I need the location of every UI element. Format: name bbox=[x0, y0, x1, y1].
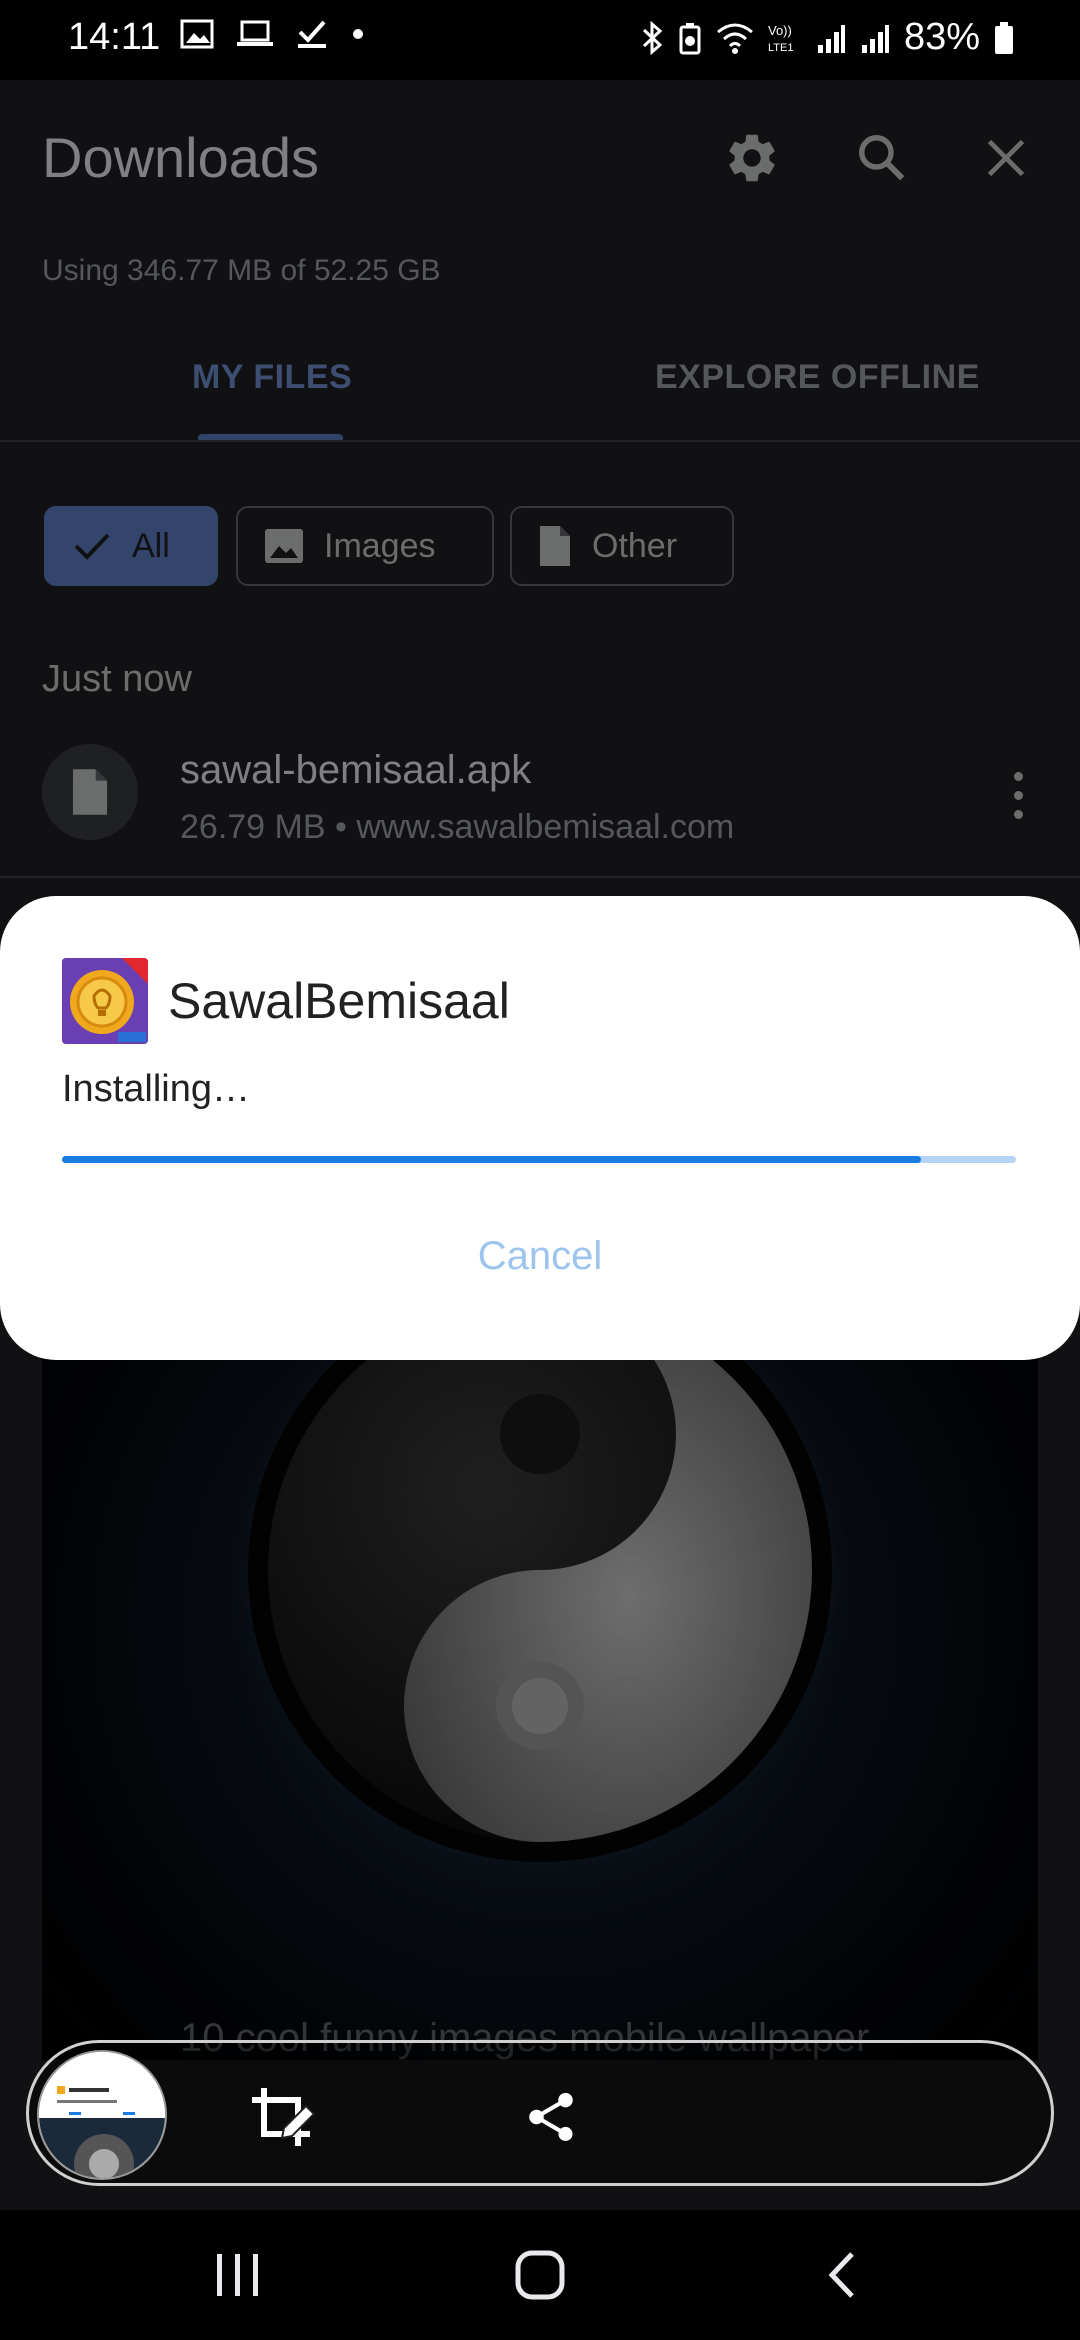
wifi-icon bbox=[716, 23, 753, 54]
image-icon bbox=[180, 19, 214, 49]
navigation-bar bbox=[0, 2210, 1080, 2340]
battery-icon bbox=[995, 21, 1013, 54]
battery-saver-icon bbox=[679, 22, 701, 54]
crop-edit-icon[interactable] bbox=[243, 2079, 319, 2155]
checkbox-icon bbox=[298, 20, 326, 48]
status-time: 14:11 bbox=[68, 16, 161, 58]
recents-icon[interactable] bbox=[198, 2240, 278, 2310]
install-dialog: SawalBemisaal Installing… Cancel bbox=[0, 896, 1080, 1360]
notification-icons bbox=[180, 18, 364, 50]
cancel-button[interactable]: Cancel bbox=[0, 1234, 1080, 1279]
status-right: Vo)) LTE1 83% bbox=[640, 16, 1014, 59]
battery-percent: 83% bbox=[903, 16, 980, 58]
app-logo bbox=[62, 958, 148, 1044]
status-bar: 14:11 Vo)) LTE1 83% bbox=[0, 0, 1080, 80]
back-icon[interactable] bbox=[802, 2240, 882, 2310]
dialog-app-name: SawalBemisaal bbox=[168, 973, 510, 1029]
home-icon[interactable] bbox=[500, 2240, 580, 2310]
screenshot-thumbnail[interactable] bbox=[37, 2050, 167, 2180]
install-progress-fill bbox=[62, 1156, 921, 1163]
install-progress-bar bbox=[62, 1156, 1016, 1163]
install-status: Installing… bbox=[62, 1068, 250, 1110]
share-icon[interactable] bbox=[513, 2079, 589, 2155]
laptop-icon bbox=[237, 20, 273, 46]
bluetooth-icon bbox=[642, 20, 663, 55]
dot-icon bbox=[353, 29, 363, 39]
screenshot-toolbar bbox=[26, 2040, 1054, 2186]
svg-text:LTE1: LTE1 bbox=[768, 42, 793, 54]
svg-text:Vo)): Vo)) bbox=[768, 23, 792, 38]
volte-icon: Vo)) LTE1 bbox=[768, 23, 793, 54]
signal-icon bbox=[861, 24, 889, 53]
signal-icon bbox=[817, 24, 845, 53]
